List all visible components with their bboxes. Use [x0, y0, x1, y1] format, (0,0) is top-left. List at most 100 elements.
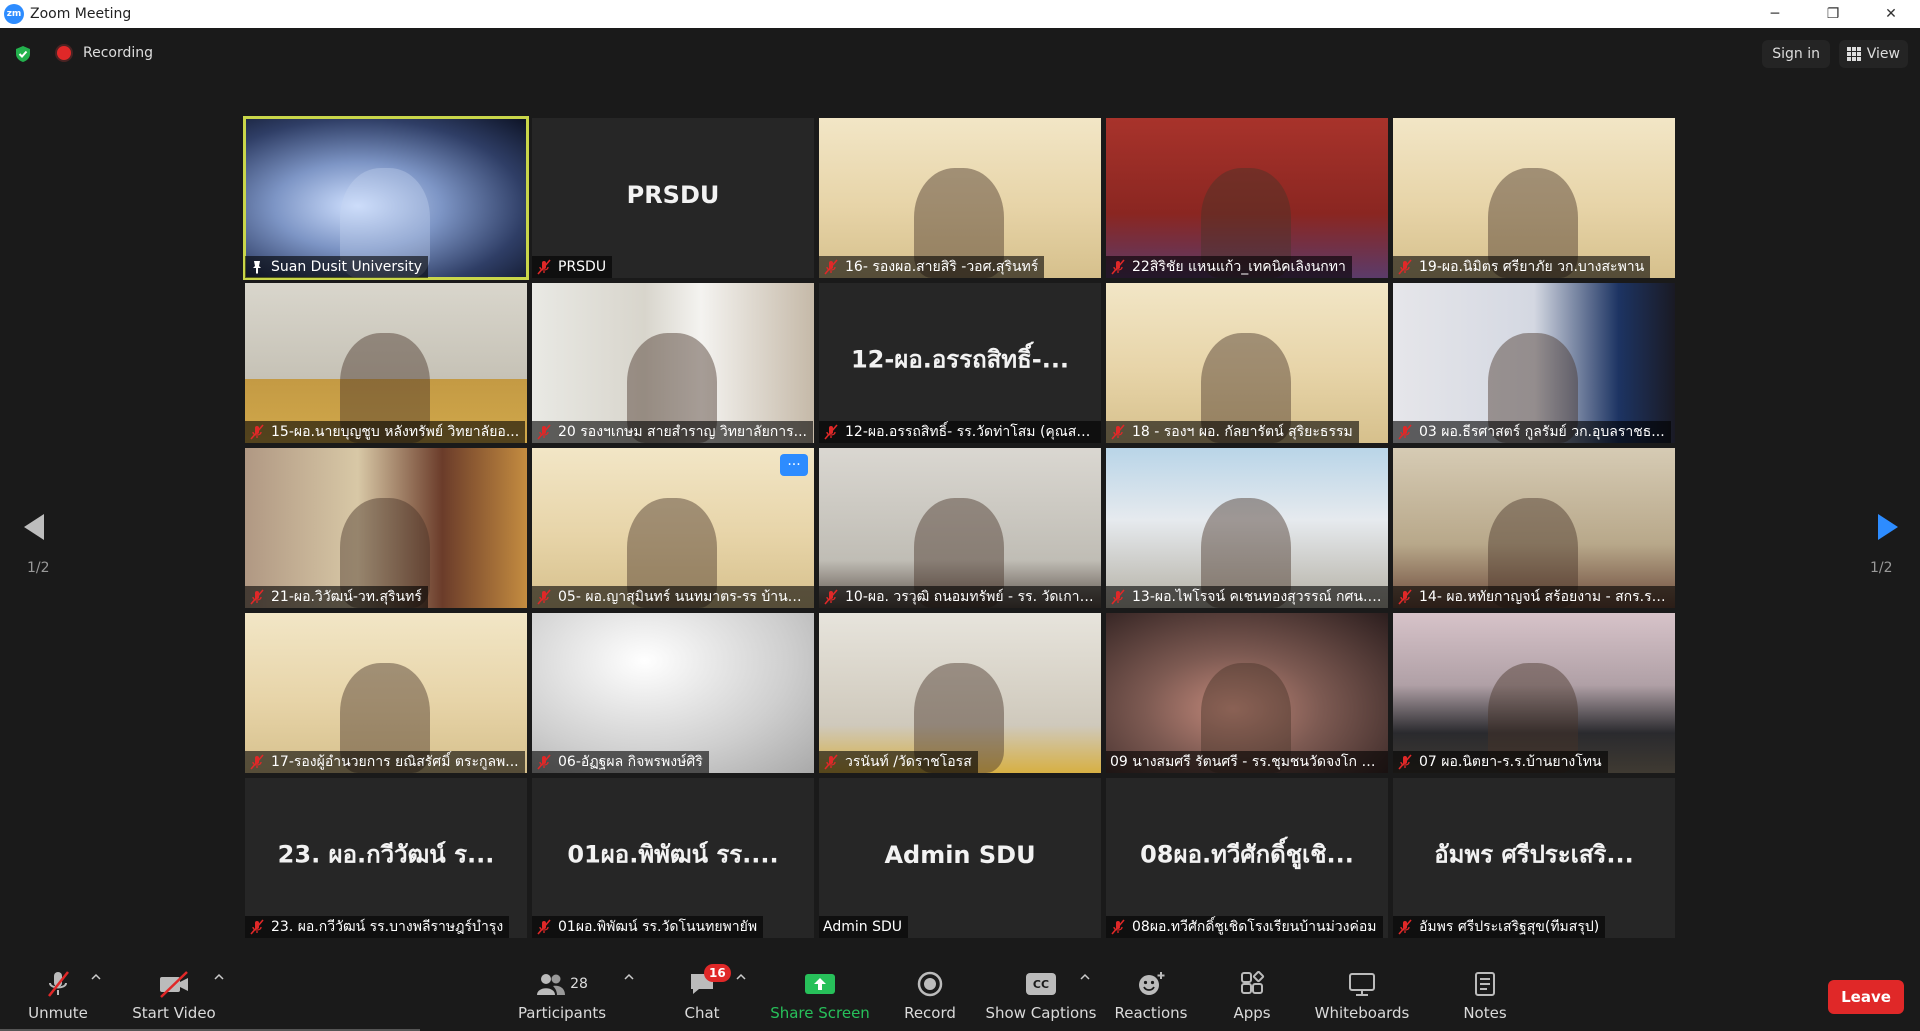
recording-label[interactable]: Recording: [83, 45, 153, 61]
video-options-chevron-icon[interactable]: [214, 972, 224, 982]
chat-options-chevron-icon[interactable]: [736, 972, 746, 982]
participant-video-tile[interactable]: 12-ผอ.อรรถสิทธิ์-... 12-ผอ.อรรถสิทธิ์- รร…: [819, 283, 1101, 443]
participant-video-tile[interactable]: อัมพร ศรีประเสริ... อัมพร ศรีประเสริฐสุข(…: [1393, 778, 1675, 938]
participant-name-label: 18 - รองฯ ผอ. กัลยารัตน์ สุริยะธรรม: [1106, 421, 1359, 443]
more-options-button[interactable]: ···: [780, 454, 808, 476]
participant-video-tile[interactable]: ··· 05- ผอ.ญาสุมินทร์ นนทมาตร-รร บ้านด...: [532, 448, 814, 608]
previous-page-arrow-icon[interactable]: [20, 512, 50, 542]
participant-name-text: PRSDU: [558, 259, 607, 275]
unmute-label: Unmute: [28, 1004, 88, 1022]
participant-name-text: Suan Dusit University: [271, 259, 423, 275]
show-captions-button[interactable]: CC Show Captions: [986, 968, 1097, 1028]
window-title: Zoom Meeting: [30, 6, 132, 22]
participant-name-text: 08ผอ.ทวีศักดิ์ชูเชิดโรงเรียนบ้านม่วงค่อม: [1132, 919, 1377, 935]
participant-video-tile[interactable]: 15-ผอ.นายบุญชูบ หลังทรัพย์ วิทยาลัยอ...: [245, 283, 527, 443]
participant-video-tile[interactable]: 14- ผอ.หทัยกาญจน์ สร้อยงาม - สกร.ระ...: [1393, 448, 1675, 608]
participant-name-text: 10-ผอ. วรวุฒิ ถนอมทรัพย์ - รร. วัดเกาะ..…: [845, 589, 1095, 605]
participant-video-tile[interactable]: PRSDU PRSDU: [532, 118, 814, 278]
chat-unread-badge: 16: [704, 964, 731, 982]
minimize-button[interactable]: ─: [1746, 0, 1804, 28]
record-button[interactable]: Record: [904, 968, 956, 1028]
page-indicator-left: 1/2: [27, 560, 50, 576]
muted-microphone-icon: [1398, 424, 1412, 440]
muted-microphone-icon: [537, 589, 551, 605]
participant-video-tile[interactable]: 22สิริชัย แหนแก้ว_เทคนิคเลิงนกทา: [1106, 118, 1388, 278]
participant-video-tile[interactable]: 17-รองผู้อำนวยการ ยณิสรัศมิ์ ตระกูลพ...: [245, 613, 527, 773]
page-indicator-right: 1/2: [1870, 560, 1893, 576]
participant-video-tile[interactable]: 23. ผอ.กวีวัฒน์ ร... 23. ผอ.กวีวัฒน์ รร.บ…: [245, 778, 527, 938]
reactions-button[interactable]: Reactions: [1115, 968, 1187, 1028]
participant-display-name: 12-ผอ.อรรถสิทธิ์-...: [850, 345, 1070, 374]
muted-microphone-icon: [537, 424, 551, 440]
participant-name-label: 03 ผอ.ธีรศาสตร์ กูลรัมย์ วก.อุบลราชธ...: [1393, 421, 1671, 443]
participant-video-tile[interactable]: 18 - รองฯ ผอ. กัลยารัตน์ สุริยะธรรม: [1106, 283, 1388, 443]
participant-video-tile[interactable]: 06-อัฏฐผล กิจพรพงษ์ศิริ: [532, 613, 814, 773]
restore-button[interactable]: ❐: [1804, 0, 1862, 28]
participant-display-name: 01ผอ.พิพัฒน์ รร....: [567, 840, 779, 869]
recording-dot-icon: [57, 46, 71, 60]
participant-video-tile[interactable]: 16- รองผอ.สายสิริ -วอศ.สุรินทร์: [819, 118, 1101, 278]
participants-options-chevron-icon[interactable]: [624, 972, 634, 982]
participant-name-label: 19-ผอ.นิมิตร ศรียาภัย วก.บางสะพาน: [1393, 256, 1651, 278]
participant-name-label: 17-รองผู้อำนวยการ ยณิสรัศมิ์ ตระกูลพ...: [245, 751, 525, 773]
participant-name-text: 19-ผอ.นิมิตร ศรียาภัย วก.บางสะพาน: [1419, 259, 1645, 275]
muted-microphone-icon: [250, 589, 264, 605]
encryption-shield-icon[interactable]: [14, 45, 32, 63]
muted-microphone-icon: [537, 754, 551, 770]
participants-count: 28: [570, 976, 588, 992]
participant-name-label: PRSDU: [532, 256, 613, 278]
share-screen-button[interactable]: Share Screen: [770, 968, 870, 1028]
participant-name-text: 09 นางสมศรี รัตนศรี - รร.ชุมชนวัดจงโก มิ…: [1110, 754, 1382, 770]
muted-microphone-icon: [537, 259, 551, 275]
participant-video-tile[interactable]: 20 รองฯเกษม สายสำราญ วิทยาลัยการ...: [532, 283, 814, 443]
notes-label: Notes: [1463, 1004, 1507, 1022]
participants-icon: 28: [530, 968, 594, 1000]
participant-video-tile[interactable]: วรนันท์ /วัดราชโอรส: [819, 613, 1101, 773]
participant-video-tile[interactable]: 13-ผอ.ไพโรจน์ คเชนทองสุวรรณ์ กศน.อ...: [1106, 448, 1388, 608]
zoom-logo-icon: zm: [4, 4, 24, 24]
participant-video-tile[interactable]: 03 ผอ.ธีรศาสตร์ กูลรัมย์ วก.อุบลราชธ...: [1393, 283, 1675, 443]
participant-video-tile[interactable]: Admin SDU Admin SDU: [819, 778, 1101, 938]
participant-name-label: 21-ผอ.วิวัฒน์-วท.สุรินทร์: [245, 586, 428, 608]
audio-options-chevron-icon[interactable]: [91, 972, 101, 982]
participant-name-label: วรนันท์ /วัดราชโอรส: [819, 751, 978, 773]
participant-name-label: 07 ผอ.นิตยา-ร.ร.บ้านยางโทน: [1393, 751, 1608, 773]
participant-display-name: Admin SDU: [884, 841, 1036, 870]
participant-video-tile[interactable]: 08ผอ.ทวีศักดิ์ชูเชิ... 08ผอ.ทวีศักดิ์ชูเช…: [1106, 778, 1388, 938]
participant-display-name: อัมพร ศรีประเสริ...: [1434, 840, 1634, 869]
meeting-top-bar: Recording Sign in View: [0, 28, 1920, 80]
view-button[interactable]: View: [1838, 40, 1908, 68]
participants-button[interactable]: 28 Participants: [518, 968, 606, 1028]
next-page-arrow-icon[interactable]: [1872, 512, 1902, 542]
participant-video-tile[interactable]: 19-ผอ.นิมิตร ศรียาภัย วก.บางสะพาน: [1393, 118, 1675, 278]
start-video-button[interactable]: Start Video: [132, 968, 216, 1028]
notes-button[interactable]: Notes: [1462, 968, 1508, 1028]
participant-name-text: 13-ผอ.ไพโรจน์ คเชนทองสุวรรณ์ กศน.อ...: [1132, 589, 1382, 605]
participant-name-label: 22สิริชัย แหนแก้ว_เทคนิคเลิงนกทา: [1106, 256, 1352, 278]
chat-label: Chat: [684, 1004, 720, 1022]
whiteboards-button[interactable]: Whiteboards: [1315, 968, 1409, 1028]
sign-in-button[interactable]: Sign in: [1762, 40, 1830, 68]
muted-microphone-icon: [1398, 754, 1412, 770]
chat-button[interactable]: 16 Chat: [682, 964, 731, 1028]
muted-microphone-icon: [824, 424, 838, 440]
participant-name-text: 05- ผอ.ญาสุมินทร์ นนทมาตร-รร บ้านด...: [558, 589, 808, 605]
muted-microphone-icon: [1398, 589, 1412, 605]
participant-video-tile[interactable]: 10-ผอ. วรวุฒิ ถนอมทรัพย์ - รร. วัดเกาะ..…: [819, 448, 1101, 608]
leave-button[interactable]: Leave: [1828, 980, 1904, 1014]
show-captions-label: Show Captions: [985, 1004, 1097, 1022]
participant-video-tile[interactable]: 07 ผอ.นิตยา-ร.ร.บ้านยางโทน: [1393, 613, 1675, 773]
participant-video-tile[interactable]: Suan Dusit University: [243, 116, 529, 280]
unmute-button[interactable]: Unmute: [28, 968, 88, 1028]
participant-name-label: 01ผอ.พิพัฒน์ รร.วัดโนนทยพายัพ: [532, 916, 764, 938]
share-screen-label: Share Screen: [770, 1004, 870, 1022]
participant-video-tile[interactable]: 09 นางสมศรี รัตนศรี - รร.ชุมชนวัดจงโก มิ…: [1106, 613, 1388, 773]
participant-video-tile[interactable]: 21-ผอ.วิวัฒน์-วท.สุรินทร์: [245, 448, 527, 608]
captions-options-chevron-icon[interactable]: [1080, 972, 1090, 982]
muted-microphone-icon: [250, 919, 264, 935]
participants-label: Participants: [517, 1004, 607, 1022]
close-button[interactable]: ✕: [1862, 0, 1920, 28]
apps-button[interactable]: Apps: [1232, 968, 1272, 1028]
muted-microphone-icon: [1111, 259, 1125, 275]
participant-video-tile[interactable]: 01ผอ.พิพัฒน์ รร.... 01ผอ.พิพัฒน์ รร.วัดโน…: [532, 778, 814, 938]
